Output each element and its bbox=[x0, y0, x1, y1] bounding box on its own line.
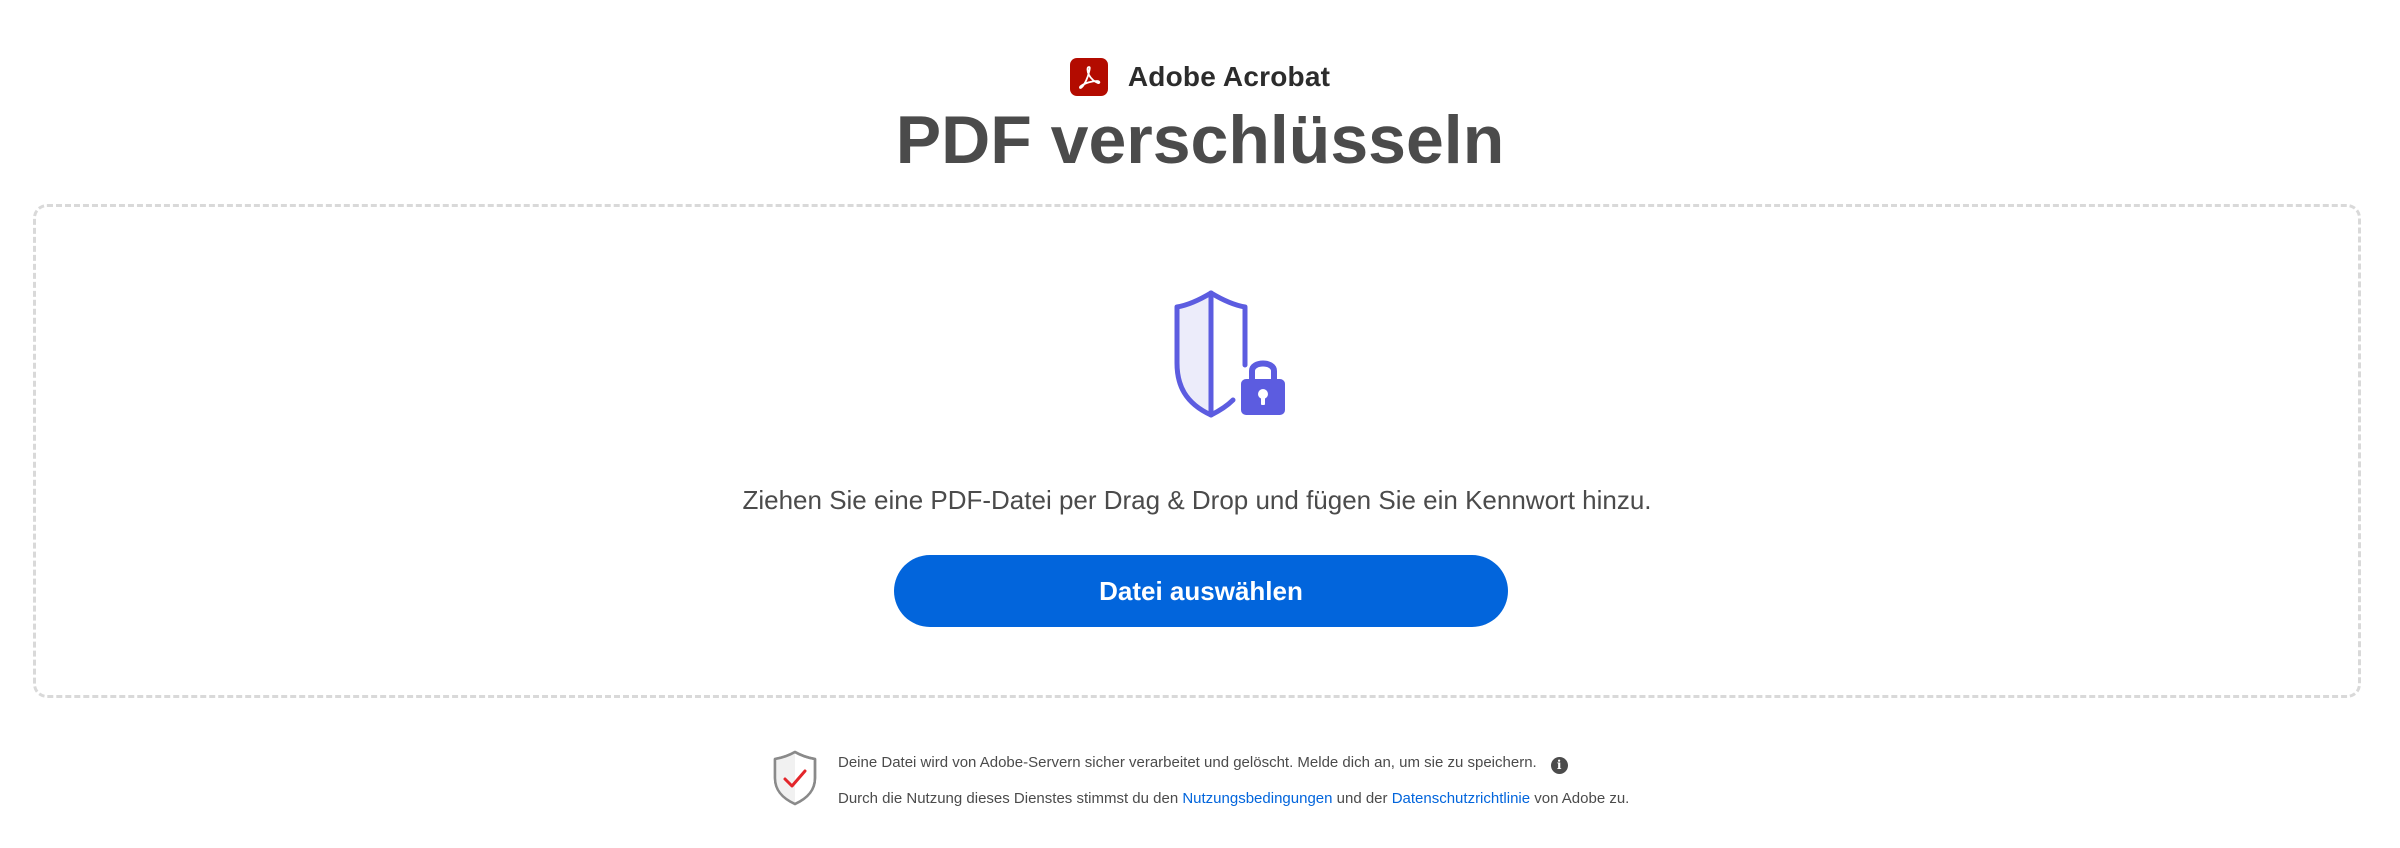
drop-instruction: Ziehen Sie eine PDF-Datei per Drag & Dro… bbox=[742, 485, 1652, 515]
shield-check-icon bbox=[772, 750, 818, 806]
security-note: Deine Datei wird von Adobe-Servern siche… bbox=[772, 748, 1672, 818]
select-file-button[interactable]: Datei auswählen bbox=[894, 555, 1508, 627]
file-dropzone[interactable]: Ziehen Sie eine PDF-Datei per Drag & Dro… bbox=[33, 204, 2361, 698]
brand-header: Adobe Acrobat bbox=[0, 58, 2400, 96]
terms-prefix-text: Durch die Nutzung dieses Dienstes stimms… bbox=[838, 790, 1179, 807]
security-note-text: Deine Datei wird von Adobe-Servern siche… bbox=[838, 754, 1537, 771]
privacy-policy-link[interactable]: Datenschutzrichtlinie bbox=[1392, 790, 1530, 807]
terms-middle-text: und der bbox=[1336, 790, 1388, 807]
shield-lock-icon bbox=[1141, 285, 1311, 425]
terms-suffix-text: von Adobe zu. bbox=[1534, 790, 1630, 807]
info-icon[interactable]: i bbox=[1550, 756, 1568, 774]
page-title: PDF verschlüsseln bbox=[895, 102, 1505, 178]
brand-name: Adobe Acrobat bbox=[1127, 61, 1331, 92]
terms-note-line: Durch die Nutzung dieses Dienstes stimms… bbox=[838, 790, 1629, 807]
security-note-line: Deine Datei wird von Adobe-Servern siche… bbox=[838, 754, 1568, 774]
terms-of-use-link[interactable]: Nutzungsbedingungen bbox=[1182, 790, 1332, 807]
adobe-acrobat-logo-icon bbox=[1069, 58, 1108, 96]
